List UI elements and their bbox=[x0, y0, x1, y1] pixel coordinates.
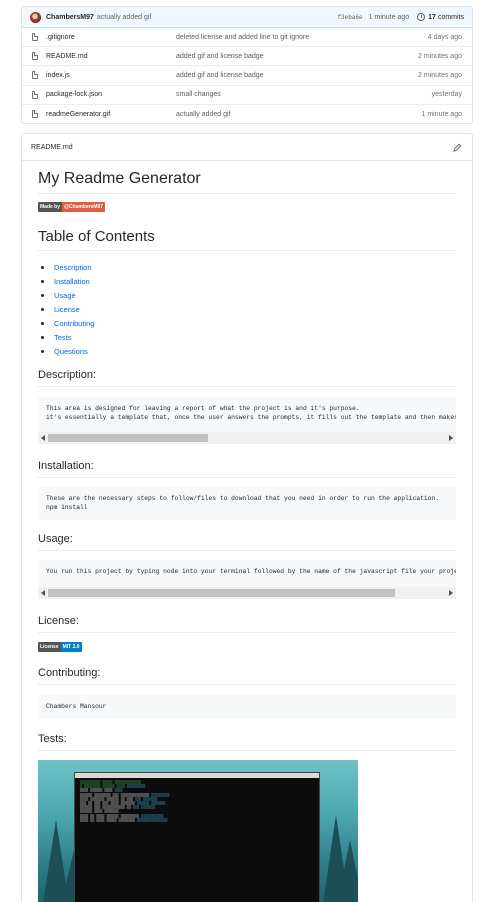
license-heading: License: bbox=[38, 615, 456, 633]
file-row: readmeGenerator.gif actually added gif 1… bbox=[22, 105, 472, 123]
file-commit-message[interactable]: added gif and license badge bbox=[176, 72, 418, 79]
scrollbar-thumb[interactable] bbox=[48, 434, 208, 442]
readme-header: README.md bbox=[22, 134, 472, 161]
toc-link-description[interactable]: Description bbox=[54, 263, 92, 272]
readme-filename: README.md bbox=[31, 143, 73, 151]
file-name[interactable]: README.md bbox=[46, 53, 176, 60]
usage-scrollbar[interactable] bbox=[38, 587, 456, 599]
toc-link-questions[interactable]: Questions bbox=[54, 347, 88, 356]
file-name[interactable]: .gitignore bbox=[46, 34, 176, 41]
license-badge[interactable]: License MIT 2.0 bbox=[38, 642, 82, 652]
contributing-heading: Contributing: bbox=[38, 667, 456, 685]
file-commit-message[interactable]: small changes bbox=[176, 91, 432, 98]
file-commit-message[interactable]: deleted license and added line to git ig… bbox=[176, 34, 428, 41]
description-heading: Description: bbox=[38, 369, 456, 387]
commit-author[interactable]: ChambersM97 bbox=[46, 14, 94, 21]
badge-right-label: @ChambersM97 bbox=[62, 202, 106, 212]
toc-link-usage[interactable]: Usage bbox=[54, 291, 76, 300]
file-row: package-lock.json small changes yesterda… bbox=[22, 86, 472, 105]
toc-link-installation[interactable]: Installation bbox=[54, 277, 90, 286]
scrollbar-thumb[interactable] bbox=[48, 589, 395, 597]
file-name[interactable]: package-lock.json bbox=[46, 91, 176, 98]
commits-link[interactable]: 17 commits bbox=[417, 13, 464, 21]
terminal-output: ▒▒▒▒▒▒▒▒▒▒ ▒▒▒▒▒ ▒▒▒▒▒▒▒▒▒▒▒▒▒ ▒ ▒▒▒▒▒▒▒… bbox=[80, 781, 170, 823]
installation-code-block: These are the necessary steps to follow/… bbox=[38, 487, 456, 520]
file-row: .gitignore deleted license and added lin… bbox=[22, 28, 472, 48]
tree-decoration bbox=[336, 840, 358, 902]
file-row: index.js added gif and license badge 2 m… bbox=[22, 66, 472, 86]
commits-label: commits bbox=[437, 13, 464, 21]
file-commit-message[interactable]: added gif and license badge bbox=[176, 53, 418, 60]
file-row: README.md added gif and license badge 2 … bbox=[22, 47, 472, 67]
pencil-icon[interactable] bbox=[453, 143, 462, 152]
commit-time: 1 minute ago bbox=[368, 13, 410, 21]
badge-right-label: MIT 2.0 bbox=[60, 642, 82, 652]
toc-link-license[interactable]: License bbox=[54, 305, 80, 314]
scroll-left-icon[interactable] bbox=[41, 590, 45, 596]
list-item: Description bbox=[38, 260, 94, 274]
installation-heading: Installation: bbox=[38, 460, 456, 478]
tests-demo-gif: ▒▒▒▒▒▒▒▒▒▒ ▒▒▒▒▒ ▒▒▒▒▒▒▒▒▒▒▒▒▒ ▒ ▒▒▒▒▒▒▒… bbox=[38, 760, 358, 902]
badge-left-label: License bbox=[38, 642, 61, 652]
file-list-box: ChambersM97 actually added gif f3eba6e 1… bbox=[21, 6, 473, 124]
file-icon bbox=[32, 110, 38, 119]
list-item: Questions bbox=[38, 344, 94, 358]
scroll-right-icon[interactable] bbox=[449, 590, 453, 596]
terminal-window: ▒▒▒▒▒▒▒▒▒▒ ▒▒▒▒▒ ▒▒▒▒▒▒▒▒▒▒▒▒▒ ▒ ▒▒▒▒▒▒▒… bbox=[74, 772, 320, 902]
list-item: Contributing bbox=[38, 316, 94, 330]
tests-heading: Tests: bbox=[38, 733, 456, 751]
toc-link-contributing[interactable]: Contributing bbox=[54, 319, 94, 328]
usage-heading: Usage: bbox=[38, 533, 456, 551]
list-item: License bbox=[38, 302, 94, 316]
scroll-left-icon[interactable] bbox=[41, 435, 45, 441]
file-age: 4 days ago bbox=[427, 33, 462, 41]
toc-link-tests[interactable]: Tests bbox=[54, 333, 72, 342]
list-item: Tests bbox=[38, 330, 94, 344]
readme-title: My Readme Generator bbox=[38, 170, 456, 194]
latest-commit-bar: ChambersM97 actually added gif f3eba6e 1… bbox=[22, 7, 472, 28]
file-commit-message[interactable]: actually added gif bbox=[176, 111, 422, 118]
file-icon bbox=[32, 71, 38, 80]
description-scrollbar[interactable] bbox=[38, 432, 456, 444]
file-age: 1 minute ago bbox=[421, 110, 462, 118]
file-age: 2 minutes ago bbox=[418, 52, 462, 60]
list-item: Usage bbox=[38, 288, 94, 302]
contributing-code-block: Chambers Mansour bbox=[38, 695, 456, 719]
file-icon bbox=[32, 52, 38, 61]
list-item: Installation bbox=[38, 274, 94, 288]
commit-message[interactable]: actually added gif bbox=[97, 14, 151, 21]
file-age: 2 minutes ago bbox=[418, 71, 462, 79]
avatar[interactable] bbox=[30, 11, 41, 23]
toc-list: Description Installation Usage License C… bbox=[38, 260, 94, 358]
commit-count: 17 bbox=[428, 13, 436, 21]
file-icon bbox=[32, 90, 38, 99]
file-age: yesterday bbox=[431, 91, 462, 99]
badge-left-label: Made by bbox=[38, 202, 63, 212]
toc-heading: Table of Contents bbox=[38, 228, 456, 251]
made-by-badge[interactable]: Made by @ChambersM97 bbox=[38, 202, 106, 212]
readme-box: README.md My Readme Generator Made by @C… bbox=[21, 133, 473, 902]
scroll-right-icon[interactable] bbox=[449, 435, 453, 441]
file-name[interactable]: readmeGenerator.gif bbox=[46, 111, 176, 118]
file-icon bbox=[32, 33, 38, 42]
file-name[interactable]: index.js bbox=[46, 72, 176, 79]
clock-icon bbox=[417, 13, 426, 21]
commit-sha[interactable]: f3eba6e bbox=[337, 14, 362, 21]
